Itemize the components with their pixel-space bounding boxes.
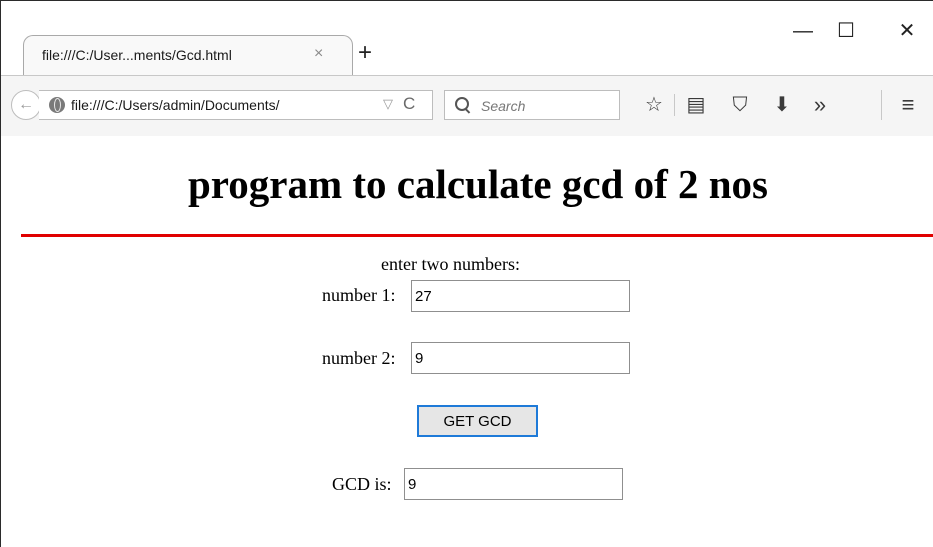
number-1-label: number 1: (322, 285, 396, 305)
url-bar[interactable]: file:///C:/Users/admin/Documents/ ▽ C (39, 90, 433, 120)
new-tab-button[interactable]: + (358, 41, 372, 65)
toolbar-separator (881, 90, 882, 120)
gcd-result-field[interactable] (404, 468, 623, 500)
page-content: program to calculate gcd of 2 nos enter … (1, 136, 933, 547)
browser-window: file:///C:/User...ments/Gcd.html × + — ☐… (0, 0, 933, 547)
gcd-result-label: GCD is: (332, 474, 392, 494)
download-icon[interactable]: ⬇ (769, 92, 795, 118)
navigation-toolbar: ← file:///C:/Users/admin/Documents/ ▽ C … (1, 75, 933, 137)
reading-list-icon[interactable]: ▤ (683, 92, 709, 118)
number-2-label: number 2: (322, 348, 396, 368)
tab-strip: file:///C:/User...ments/Gcd.html × + — ☐… (1, 1, 933, 75)
get-gcd-button[interactable]: GET GCD (417, 405, 538, 437)
toolbar-separator (674, 94, 675, 116)
search-icon (455, 97, 469, 111)
reload-icon[interactable]: C (403, 94, 415, 114)
tab-close-icon[interactable]: × (314, 45, 323, 63)
minimize-button[interactable]: — (785, 17, 821, 45)
tab-title: file:///C:/User...ments/Gcd.html (42, 47, 232, 63)
globe-icon[interactable] (49, 97, 65, 113)
search-input[interactable] (479, 95, 619, 117)
url-dropdown-icon[interactable]: ▽ (383, 96, 393, 112)
url-text[interactable]: file:///C:/Users/admin/Documents/ (71, 97, 280, 113)
tab-gcd-html[interactable]: file:///C:/User...ments/Gcd.html × (23, 35, 353, 75)
page-title: program to calculate gcd of 2 nos (187, 161, 768, 207)
prompt-text: enter two numbers: (381, 254, 520, 274)
close-window-button[interactable]: ✕ (889, 17, 925, 45)
number-2-input[interactable] (411, 342, 630, 374)
horizontal-rule (21, 234, 933, 237)
bookmark-star-icon[interactable]: ☆ (641, 92, 667, 118)
back-button[interactable]: ← (11, 90, 41, 120)
pocket-icon[interactable]: ⛉ (727, 92, 753, 118)
number-1-input[interactable] (411, 280, 630, 312)
overflow-menu-icon[interactable]: » (807, 92, 833, 118)
search-bar[interactable] (444, 90, 620, 120)
hamburger-menu-icon[interactable]: ≡ (895, 92, 921, 118)
maximize-button[interactable]: ☐ (828, 17, 864, 45)
